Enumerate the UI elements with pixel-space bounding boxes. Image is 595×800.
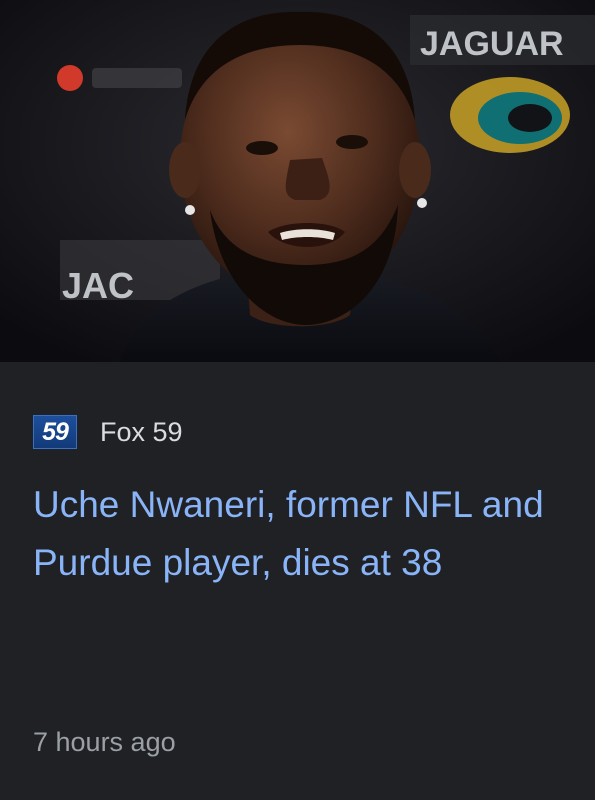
sponsor-logo [57,65,182,91]
svg-text:JAC: JAC [62,265,134,306]
article-headline[interactable]: Uche Nwaneri, former NFL and Purdue play… [33,476,573,592]
article-timestamp: 7 hours ago [33,727,176,757]
news-card[interactable]: JAGUAR JAC 59 Fox 59 Uche Nwaneri, forme… [0,0,595,800]
source-name[interactable]: Fox 59 [100,417,183,448]
svg-text:JAGUAR: JAGUAR [420,25,564,63]
source-logo-icon: 59 [33,415,77,449]
thumbnail-image: JAGUAR JAC [0,0,595,362]
source-logo-text: 59 [42,417,69,446]
article-thumbnail[interactable]: JAGUAR JAC [0,0,595,362]
source-row[interactable]: 59 Fox 59 [33,412,183,452]
